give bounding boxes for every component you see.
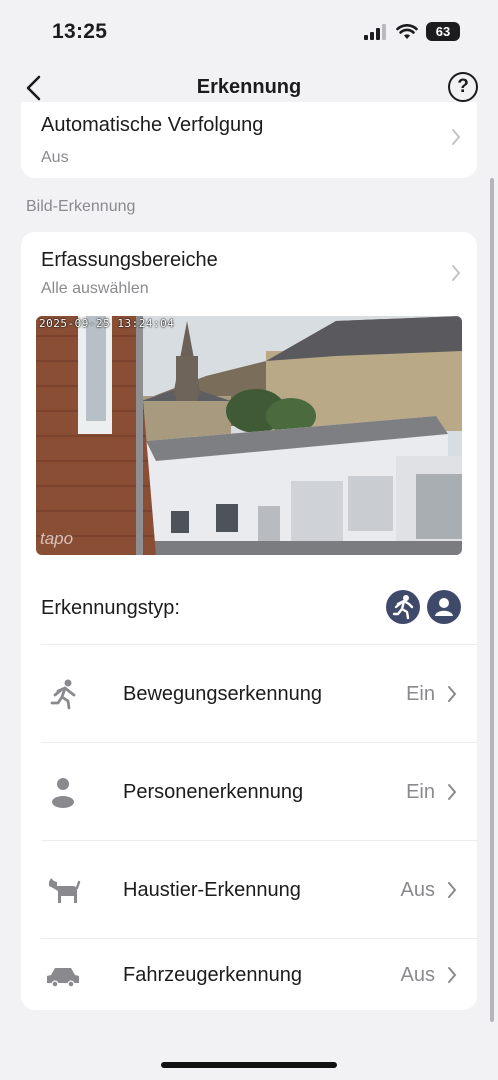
auto-tracking-row[interactable]: Automatische Verfolgung Aus [21,102,477,178]
detection-label: Haustier-Erkennung [123,879,301,901]
camera-timestamp: 2025-09-25 13:24:04 [39,317,175,330]
status-bar: 13:25 63 [0,0,498,64]
detection-row-pet[interactable]: Haustier-Erkennung Aus [41,840,477,939]
detection-label: Fahrzeugerkennung [123,964,303,986]
chevron-right-icon [448,784,457,800]
signal-icon [364,23,386,40]
detection-row-motion[interactable]: Bewegungserkennung Ein [41,644,477,743]
page-title: Erkennung [196,76,302,98]
camera-snapshot [36,316,462,555]
chevron-right-icon [448,967,457,983]
camera-preview[interactable]: 2025-09-25 13:24:04 tapo [36,316,462,555]
pet-icon [49,878,81,903]
battery-indicator: 63 [426,22,460,41]
detection-label: Personenerkennung [123,781,304,803]
detection-label: Bewegungserkennung [123,683,323,705]
detection-value: Aus [400,964,435,986]
person-icon [52,778,74,808]
auto-tracking-title: Automatische Verfolgung [41,114,264,136]
chevron-right-icon [448,882,457,898]
scrollbar[interactable] [490,178,494,1022]
motion-icon [50,679,76,710]
detection-value: Ein [406,683,435,705]
help-button[interactable]: ? [448,72,478,102]
detection-row-vehicle[interactable]: Fahrzeugerkennung Aus [41,938,477,1011]
camera-watermark: tapo [40,529,74,548]
home-indicator[interactable] [161,1062,337,1068]
status-time: 13:25 [52,20,108,43]
auto-tracking-value: Aus [41,149,69,166]
chevron-right-icon [448,686,457,702]
person-badge-icon [427,590,461,624]
chevron-right-icon [452,265,461,281]
motion-badge-icon [386,590,420,624]
chevron-right-icon [452,129,461,145]
detection-card: Erfassungsbereiche Alle auswählen 2025-0… [21,232,477,1010]
vehicle-icon [47,968,79,988]
detection-area-row[interactable]: Erfassungsbereiche Alle auswählen [21,232,477,310]
detection-area-subtitle: Alle auswählen [41,280,149,297]
detection-row-person[interactable]: Personenerkennung Ein [41,742,477,841]
detection-value: Ein [406,781,435,803]
wifi-icon [396,23,418,39]
detection-area-title: Erfassungsbereiche [41,249,218,271]
detection-type-label: Erkennungstyp: [41,597,180,619]
section-label-image-detection: Bild-Erkennung [26,198,136,215]
detection-value: Aus [400,879,435,901]
status-icons: 63 [364,22,460,41]
